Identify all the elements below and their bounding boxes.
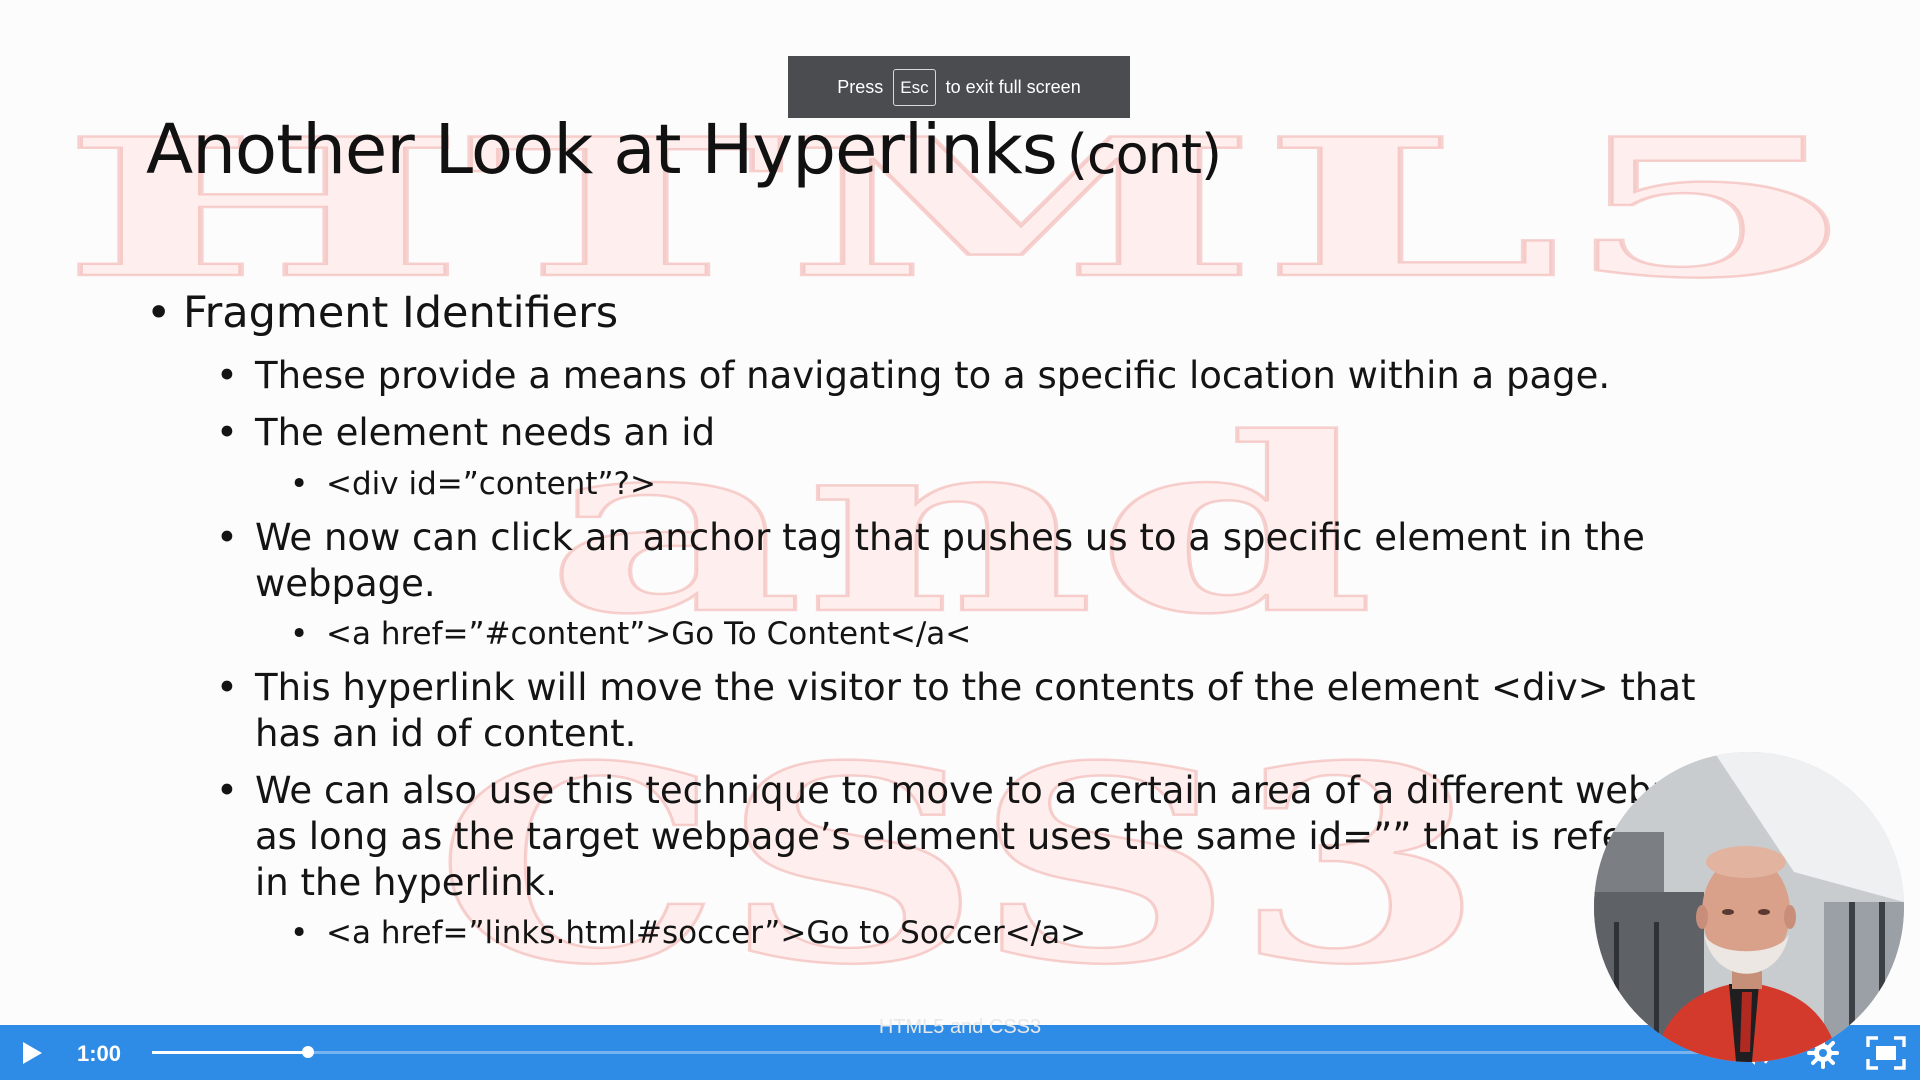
fullscreen-exit-button[interactable] — [1866, 1036, 1906, 1070]
play-button[interactable] — [19, 1040, 45, 1066]
bullet-text: Fragment Identifiers — [183, 288, 619, 338]
bullet-element-needs-id: • The element needs an id — [216, 410, 1765, 456]
bullet-click-anchor-tag: • We now can click an anchor tag that pu… — [216, 515, 1765, 607]
bullet-hyperlink-move: • This hyperlink will move the visitor t… — [216, 665, 1765, 757]
bullet-dot: • — [216, 354, 238, 397]
bullet-text: <a href=”#content”>Go To Content</a< — [326, 616, 972, 652]
bullet-text: <div id=”content”?> — [326, 466, 656, 502]
bullet-text: <a href=”links.html#soccer”>Go to Soccer… — [326, 915, 1087, 951]
play-icon — [23, 1042, 42, 1064]
progress-fill — [152, 1051, 308, 1054]
esc-key: Esc — [893, 68, 936, 106]
bullet-fragment-identifiers: • Fragment Identifiers — [146, 288, 618, 338]
slide-title-suffix: (cont) — [1066, 123, 1222, 186]
slide-title: Another Look at Hyperlinks (cont) — [146, 110, 1222, 190]
fullscreen-exit-icon — [1866, 1036, 1906, 1070]
bullet-text: The element needs an id — [255, 411, 716, 454]
code-example-div-id: • <div id=”content”?> — [290, 466, 656, 502]
bullet-dot: • — [216, 516, 238, 559]
bullet-dot: • — [290, 915, 309, 951]
bullet-dot: • — [216, 769, 238, 812]
current-time: 1:00 — [77, 1041, 122, 1066]
bullet-text: These provide a means of navigating to a… — [255, 354, 1611, 397]
progress-bar[interactable] — [152, 1046, 1711, 1058]
bullet-dot: • — [216, 411, 238, 454]
toast-rest-text: to exit full screen — [945, 76, 1081, 97]
bullet-dot: • — [290, 616, 309, 652]
bullet-different-webpage: • We can also use this technique to move… — [216, 768, 1765, 906]
presenter-webcam — [1594, 752, 1904, 1062]
bullet-dot: • — [216, 666, 238, 709]
bullet-dot: • — [290, 466, 309, 502]
code-example-anchor-soccer: • <a href=”links.html#soccer”>Go to Socc… — [290, 915, 1086, 951]
bullet-text: This hyperlink will move the visitor to … — [255, 666, 1696, 755]
bullet-means-navigating: • These provide a means of navigating to… — [216, 353, 1765, 399]
bullet-text: We can also use this technique to move t… — [255, 769, 1752, 904]
exit-fullscreen-toast: Press Esc to exit full screen — [788, 56, 1130, 118]
bullet-dot: • — [146, 288, 172, 338]
presenter-image — [1594, 752, 1904, 1062]
toast-press-text: Press — [837, 76, 884, 97]
slide-footer: HTML5 and CSS3 — [878, 1016, 1042, 1038]
bullet-text: We now can click an anchor tag that push… — [255, 516, 1645, 605]
progress-handle[interactable] — [301, 1046, 314, 1058]
code-example-anchor-content: • <a href=”#content”>Go To Content</a< — [290, 616, 971, 652]
slide-title-main: Another Look at Hyperlinks — [146, 110, 1058, 190]
